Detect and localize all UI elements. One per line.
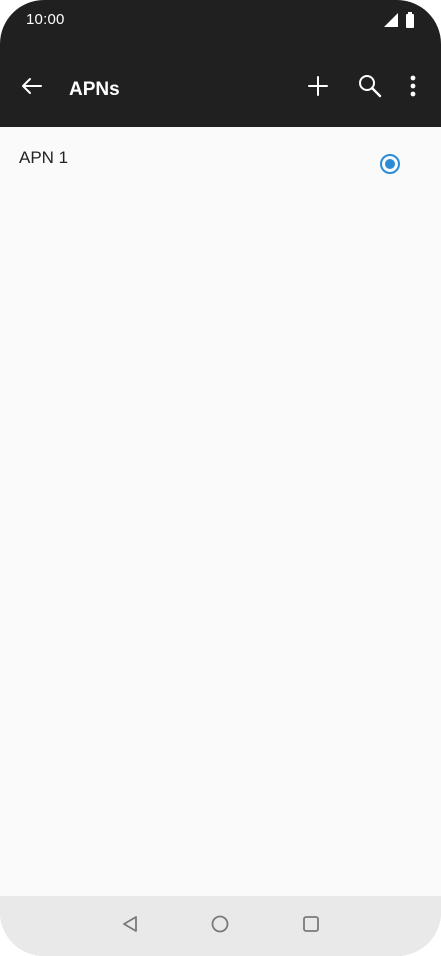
page-title: APNs [69, 79, 120, 100]
search-button[interactable] [354, 72, 386, 104]
signal-icon [383, 12, 399, 33]
more-vert-icon [410, 75, 416, 102]
apn-radio-button[interactable] [380, 154, 400, 174]
home-circle-icon [210, 914, 230, 939]
nav-back-button[interactable] [116, 912, 144, 940]
nav-recents-button[interactable] [297, 912, 325, 940]
back-button[interactable] [16, 72, 48, 104]
status-icons [383, 12, 415, 33]
apn-name: APN 1 [19, 148, 69, 167]
status-bar: 10:00 [0, 0, 441, 46]
back-arrow-icon [20, 74, 44, 103]
battery-icon [405, 12, 415, 33]
more-options-button[interactable] [397, 72, 429, 104]
status-time: 10:00 [26, 11, 65, 28]
navigation-bar [0, 896, 441, 956]
add-icon [307, 75, 329, 102]
nav-home-button[interactable] [206, 912, 234, 940]
radio-selected-dot [385, 159, 395, 169]
add-apn-button[interactable] [302, 72, 334, 104]
phone-screen: 10:00 APNs APN 1 [0, 0, 441, 956]
recents-square-icon [302, 915, 320, 938]
apn-list: APN 1 [0, 127, 441, 896]
back-triangle-icon [121, 915, 139, 938]
search-icon [357, 73, 383, 104]
app-bar: APNs [0, 46, 441, 127]
list-item[interactable]: APN 1 [0, 127, 441, 205]
